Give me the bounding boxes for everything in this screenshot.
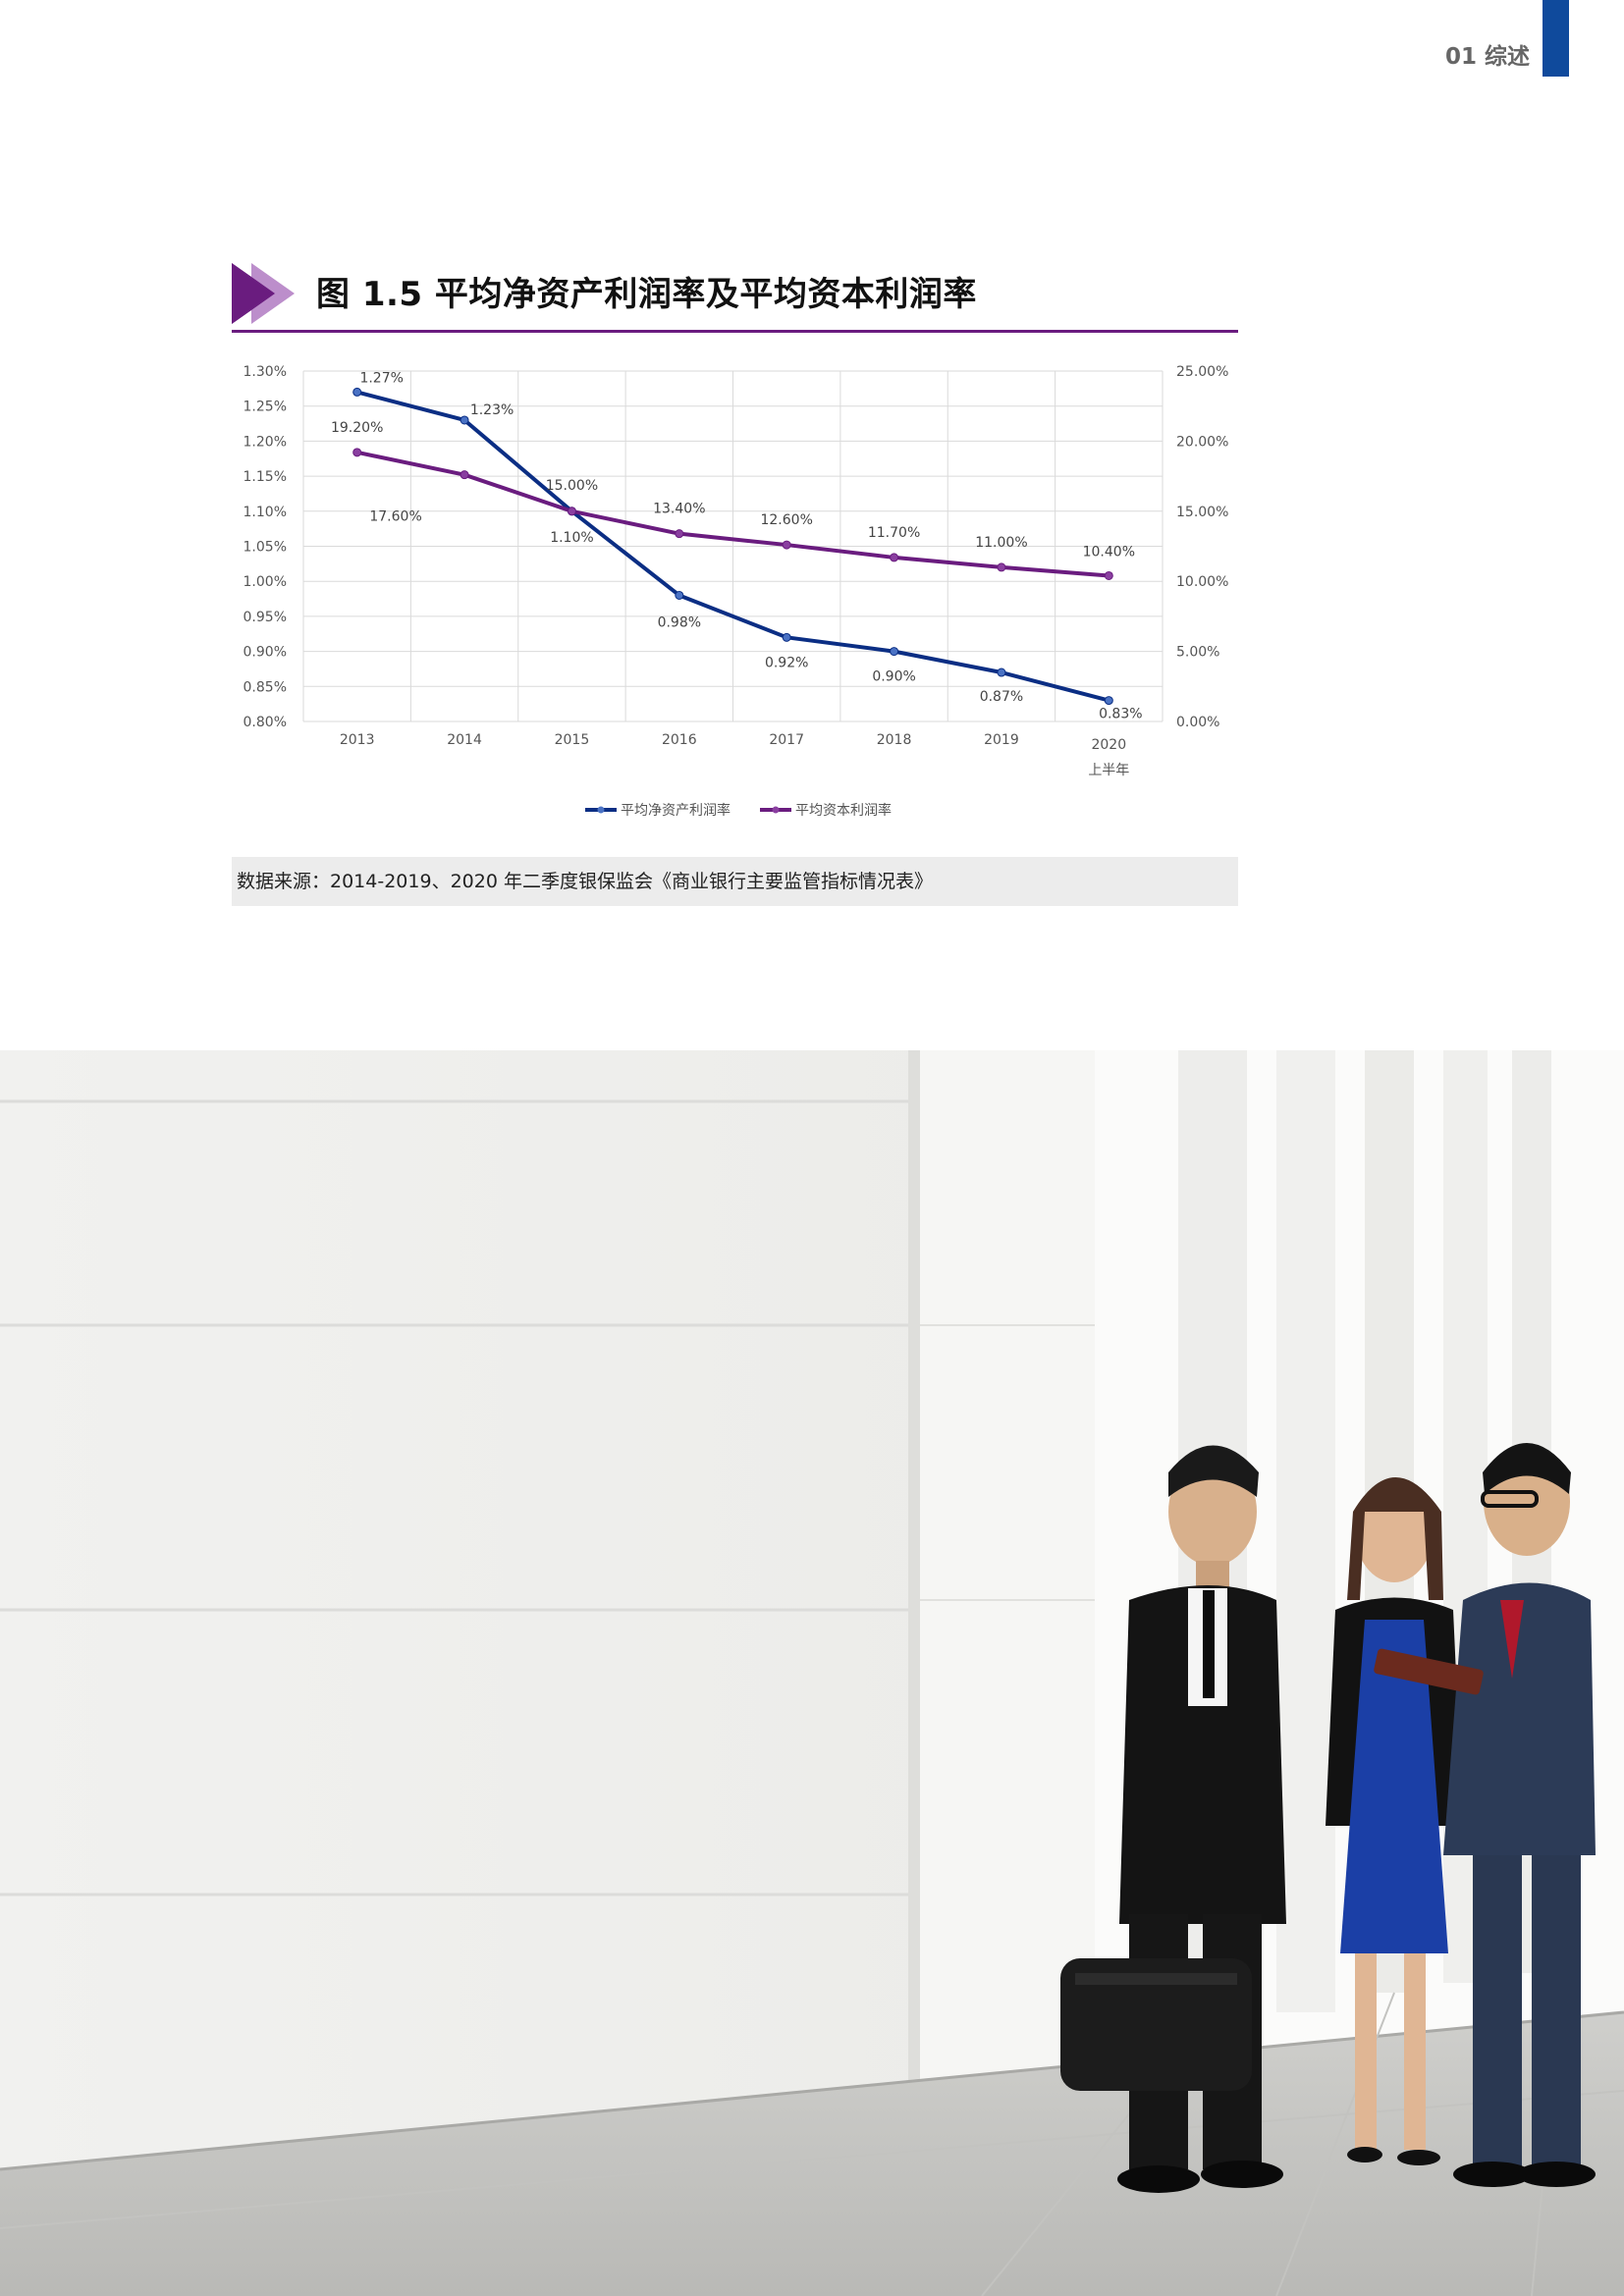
chart-axes: 1.30% 1.25% 1.20% 1.15% 1.10% 1.05% 1.00% 0.95%…: [244, 364, 1229, 778]
figure-arrow-icon: [232, 263, 295, 324]
figure-title: 图 1.5 平均净资产利润率及平均资本利润率: [316, 275, 977, 314]
x-tick-label: 2016: [662, 732, 697, 748]
x-tick-label: 2014: [447, 732, 482, 748]
y-right-tick-label: 0.00%: [1176, 715, 1219, 730]
data-point: [1104, 696, 1113, 706]
data-label: 12.60%: [760, 512, 812, 528]
data-point: [460, 470, 469, 480]
data-label: 19.20%: [331, 420, 383, 436]
y-left-tick-label: 1.00%: [244, 574, 287, 590]
x-tick-label: 2013: [340, 732, 375, 748]
y-left-tick-label: 1.15%: [244, 469, 287, 485]
data-label: 0.98%: [658, 614, 701, 630]
figure-header: 图 1.5 平均净资产利润率及平均资本利润率: [232, 257, 1238, 336]
data-point: [460, 415, 469, 425]
x-tick-label: 2019: [984, 732, 1019, 748]
data-label: 17.60%: [369, 509, 421, 525]
y-right-tick-label: 10.00%: [1176, 574, 1228, 590]
data-label: 10.40%: [1083, 544, 1135, 560]
data-point: [997, 562, 1006, 572]
data-label: 1.10%: [550, 530, 593, 546]
legend-label: 平均资本利润率: [795, 802, 892, 819]
data-point: [782, 632, 791, 642]
data-label: 13.40%: [653, 502, 705, 517]
y-left-tick-label: 0.90%: [244, 645, 287, 661]
section-marker-bar: [1543, 0, 1569, 77]
data-label: 0.87%: [980, 689, 1023, 705]
y-right-tick-label: 20.00%: [1176, 434, 1228, 450]
legend-swatch-dot: [597, 806, 605, 814]
data-label: 1.23%: [470, 402, 514, 418]
data-point: [1104, 570, 1113, 580]
y-left-tick-label: 1.05%: [244, 540, 287, 556]
y-left-tick-label: 0.95%: [244, 610, 287, 625]
x-tick-label: 上半年: [1088, 763, 1129, 778]
x-tick-label: 2020: [1091, 737, 1126, 753]
x-tick-label: 2018: [877, 732, 912, 748]
y-right-tick-label: 25.00%: [1176, 364, 1228, 380]
chart-grid: [302, 370, 1164, 722]
data-label: 15.00%: [546, 478, 598, 494]
y-left-tick-label: 0.85%: [244, 679, 287, 695]
data-label: 0.90%: [872, 669, 915, 685]
data-point: [567, 507, 576, 516]
x-tick-label: 2017: [769, 732, 804, 748]
data-label: 11.70%: [868, 525, 920, 541]
line-chart: 1.30% 1.25% 1.20% 1.15% 1.10% 1.05% 1.00% 0.95%…: [244, 364, 1229, 819]
data-source-note: 数据来源：2014-2019、2020 年二季度银保监会《商业银行主要监管指标情…: [232, 857, 1238, 906]
data-label: 11.00%: [975, 535, 1027, 551]
data-label: 1.27%: [359, 370, 403, 386]
chart-legend: 平均净资产利润率 平均资本利润率: [585, 802, 892, 819]
data-point: [352, 448, 362, 457]
business-people-photo: [0, 1050, 1624, 2296]
y-left-tick-label: 1.10%: [244, 505, 287, 520]
data-label: 0.83%: [1099, 707, 1142, 722]
data-point: [675, 529, 684, 539]
data-point: [352, 387, 362, 397]
data-point: [997, 667, 1006, 677]
data-point: [890, 647, 899, 657]
y-left-tick-label: 1.20%: [244, 434, 287, 450]
section-label: 01 综述: [1444, 44, 1530, 70]
figure-title-rule: [232, 330, 1238, 333]
data-point: [890, 553, 899, 562]
x-tick-label: 2015: [555, 732, 590, 748]
data-label: 0.92%: [765, 655, 808, 670]
data-point: [782, 540, 791, 550]
y-left-tick-label: 1.30%: [244, 364, 287, 380]
data-point: [675, 590, 684, 600]
y-right-tick-label: 5.00%: [1176, 645, 1219, 661]
y-right-tick-label: 15.00%: [1176, 505, 1228, 520]
legend-swatch-dot: [772, 806, 780, 814]
legend-label: 平均净资产利润率: [621, 802, 731, 819]
y-left-tick-label: 0.80%: [244, 715, 287, 730]
y-left-tick-label: 1.25%: [244, 400, 287, 415]
